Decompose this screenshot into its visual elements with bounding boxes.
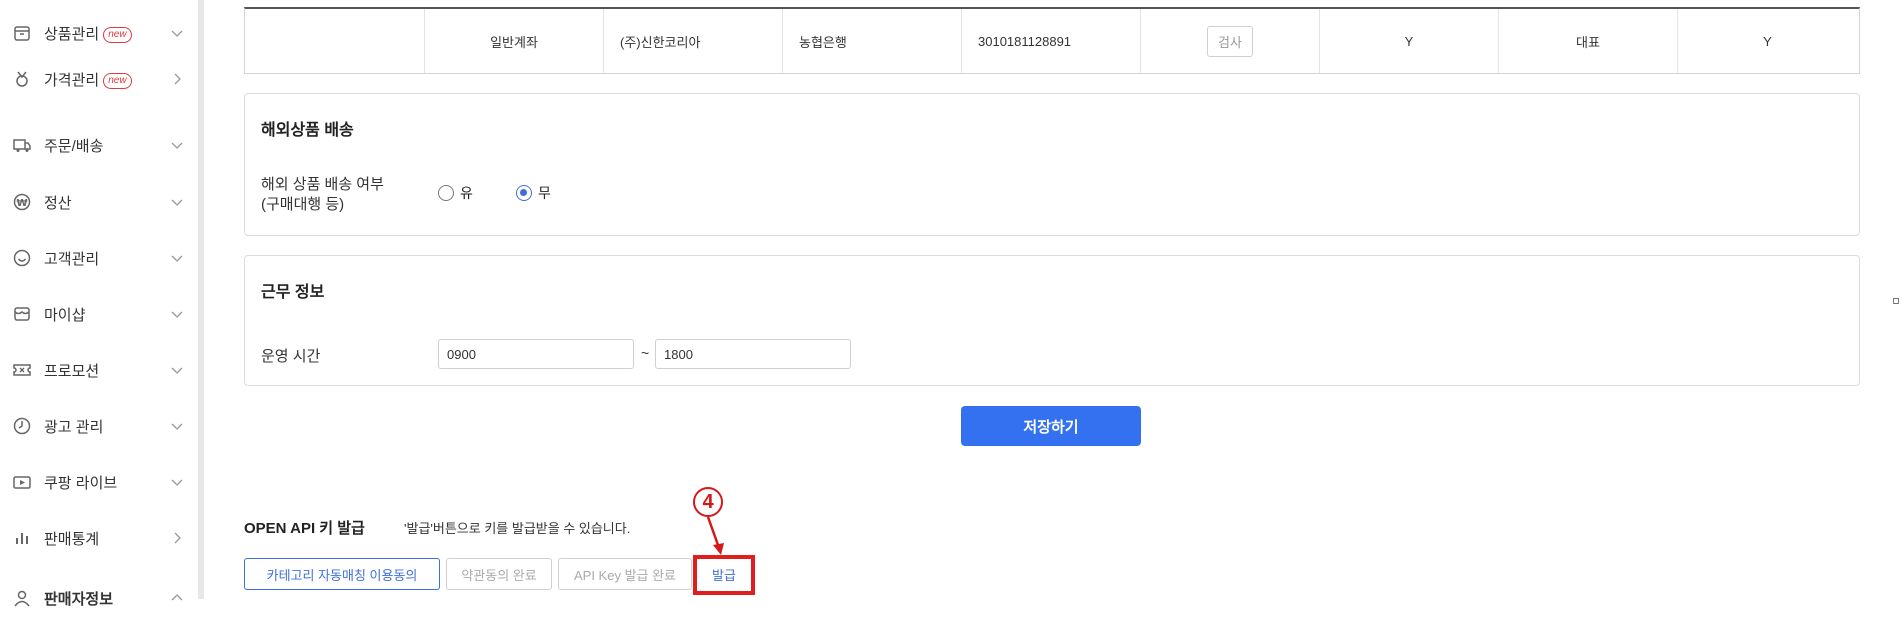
step-number-badge: 4 [693, 487, 723, 517]
new-badge: new [103, 26, 132, 43]
overseas-field-label-line2: (구매대행 등) [261, 196, 345, 213]
sidebar-item-product[interactable]: 상품관리 new [0, 13, 198, 53]
sidebar-item-label: 판매자정보 [44, 590, 114, 608]
medal-icon [16, 71, 28, 87]
radio-option-yes[interactable]: 유 [438, 183, 473, 203]
table-cell [245, 9, 424, 73]
category-auto-matching-consent-button[interactable]: 카테고리 자동매칭 이용동의 [244, 558, 440, 590]
work-section-title: 근무 정보 [261, 284, 325, 301]
sidebar-item-label: 상품관리 [44, 25, 100, 43]
account-number-cell: 3010181128891 [961, 9, 1140, 73]
start-time-input[interactable] [438, 339, 634, 369]
work-info-card: 근무 정보 운영 시간 ~ [244, 255, 1860, 386]
bank-name-cell: 농협은행 [782, 9, 961, 73]
overseas-shipping-card: 해외상품 배송 해외 상품 배송 여부 (구매대행 등) 유 무 [244, 93, 1860, 236]
main-content: 일반계좌 (주)신한코리아 농협은행 3010181128891 검사 Y 대표… [204, 0, 1903, 599]
chevron-down-icon [171, 423, 183, 430]
api-section-title: OPEN API 키 발급 [244, 520, 365, 537]
highlight-box [693, 555, 755, 595]
sidebar-item-ads[interactable]: 광고 관리 [0, 406, 198, 446]
sidebar-item-live[interactable]: 쿠팡 라이브 [0, 462, 198, 502]
sidebar-item-customer[interactable]: 고객관리 [0, 238, 198, 278]
chevron-down-icon [171, 367, 183, 374]
chevron-up-icon [171, 594, 183, 601]
chevron-down-icon [171, 255, 183, 262]
chevron-right-icon [174, 73, 181, 85]
live-icon [13, 476, 31, 489]
sidebar-item-price[interactable]: 가격관리 new [0, 59, 198, 99]
table-cell: Y [1319, 9, 1498, 73]
shop-icon [14, 307, 30, 321]
chevron-down-icon [171, 311, 183, 318]
time-separator: ~ [641, 345, 650, 361]
radio-button[interactable] [438, 185, 454, 201]
sidebar-item-order[interactable]: 주문/배송 [0, 125, 198, 165]
end-time-input[interactable] [655, 339, 851, 369]
chevron-down-icon [171, 30, 183, 37]
sidebar-item-myshop[interactable]: 마이샵 [0, 294, 198, 334]
check-button[interactable]: 검사 [1207, 25, 1253, 57]
account-type-cell: 일반계좌 [424, 9, 603, 73]
sidebar-item-label: 프로모션 [44, 362, 100, 380]
ticket-icon [13, 364, 31, 376]
overseas-field-label: 해외 상품 배송 여부 (구매대행 등) [261, 175, 384, 215]
radio-label: 무 [538, 185, 551, 201]
radio-option-no[interactable]: 무 [516, 183, 551, 203]
terms-agreed-button[interactable]: 약관동의 완료 [446, 558, 552, 590]
sidebar: 상품관리 new 가격관리 new 주문/배송 ₩ 정산 고객관리 마이샵 프로모션… [0, 0, 198, 608]
overseas-field-label-line1: 해외 상품 배송 여부 [261, 176, 384, 193]
sidebar-item-label: 광고 관리 [44, 418, 104, 436]
sidebar-item-label: 가격관리 [44, 71, 100, 89]
radio-label: 유 [460, 185, 473, 201]
chevron-right-icon [174, 532, 181, 544]
resize-handle-icon[interactable] [1893, 298, 1899, 304]
api-description: '발급'버튼으로 키를 발급받을 수 있습니다. [404, 521, 631, 536]
won-coin-icon: ₩ [13, 193, 31, 211]
save-button[interactable]: 저장하기 [961, 406, 1141, 446]
truck-icon [13, 139, 31, 152]
sidebar-item-seller-info[interactable]: 판매자정보 [0, 578, 198, 618]
table-cell: Y [1677, 9, 1857, 73]
sidebar-item-label: 정산 [44, 194, 72, 212]
box-icon [14, 26, 30, 41]
sidebar-item-label: 판매통계 [44, 530, 100, 548]
chevron-down-icon [171, 199, 183, 206]
sidebar-item-label: 쿠팡 라이브 [44, 474, 118, 492]
table-cell: 대표 [1498, 9, 1677, 73]
bar-chart-icon [16, 533, 28, 544]
sidebar-item-label: 마이샵 [44, 306, 86, 324]
person-icon [14, 590, 30, 607]
work-hours-label: 운영 시간 [261, 348, 321, 365]
smile-icon [13, 249, 31, 267]
check-cell: 검사 [1140, 9, 1319, 73]
account-holder-cell: (주)신한코리아 [603, 9, 782, 73]
sidebar-item-settlement[interactable]: ₩ 정산 [0, 182, 198, 222]
overseas-section-title: 해외상품 배송 [261, 122, 354, 139]
api-key-issued-button[interactable]: API Key 발급 완료 [558, 558, 692, 590]
chevron-down-icon [171, 142, 183, 149]
new-badge: new [103, 72, 132, 89]
sidebar-item-promotion[interactable]: 프로모션 [0, 350, 198, 390]
clock-icon [13, 417, 31, 435]
radio-button-selected[interactable] [516, 185, 532, 201]
sidebar-item-stats[interactable]: 판매통계 [0, 518, 198, 558]
sidebar-item-label: 주문/배송 [44, 137, 104, 155]
svg-text:₩: ₩ [16, 198, 27, 209]
account-table: 일반계좌 (주)신한코리아 농협은행 3010181128891 검사 Y 대표… [244, 7, 1860, 74]
chevron-down-icon [171, 479, 183, 486]
sidebar-item-label: 고객관리 [44, 250, 100, 268]
